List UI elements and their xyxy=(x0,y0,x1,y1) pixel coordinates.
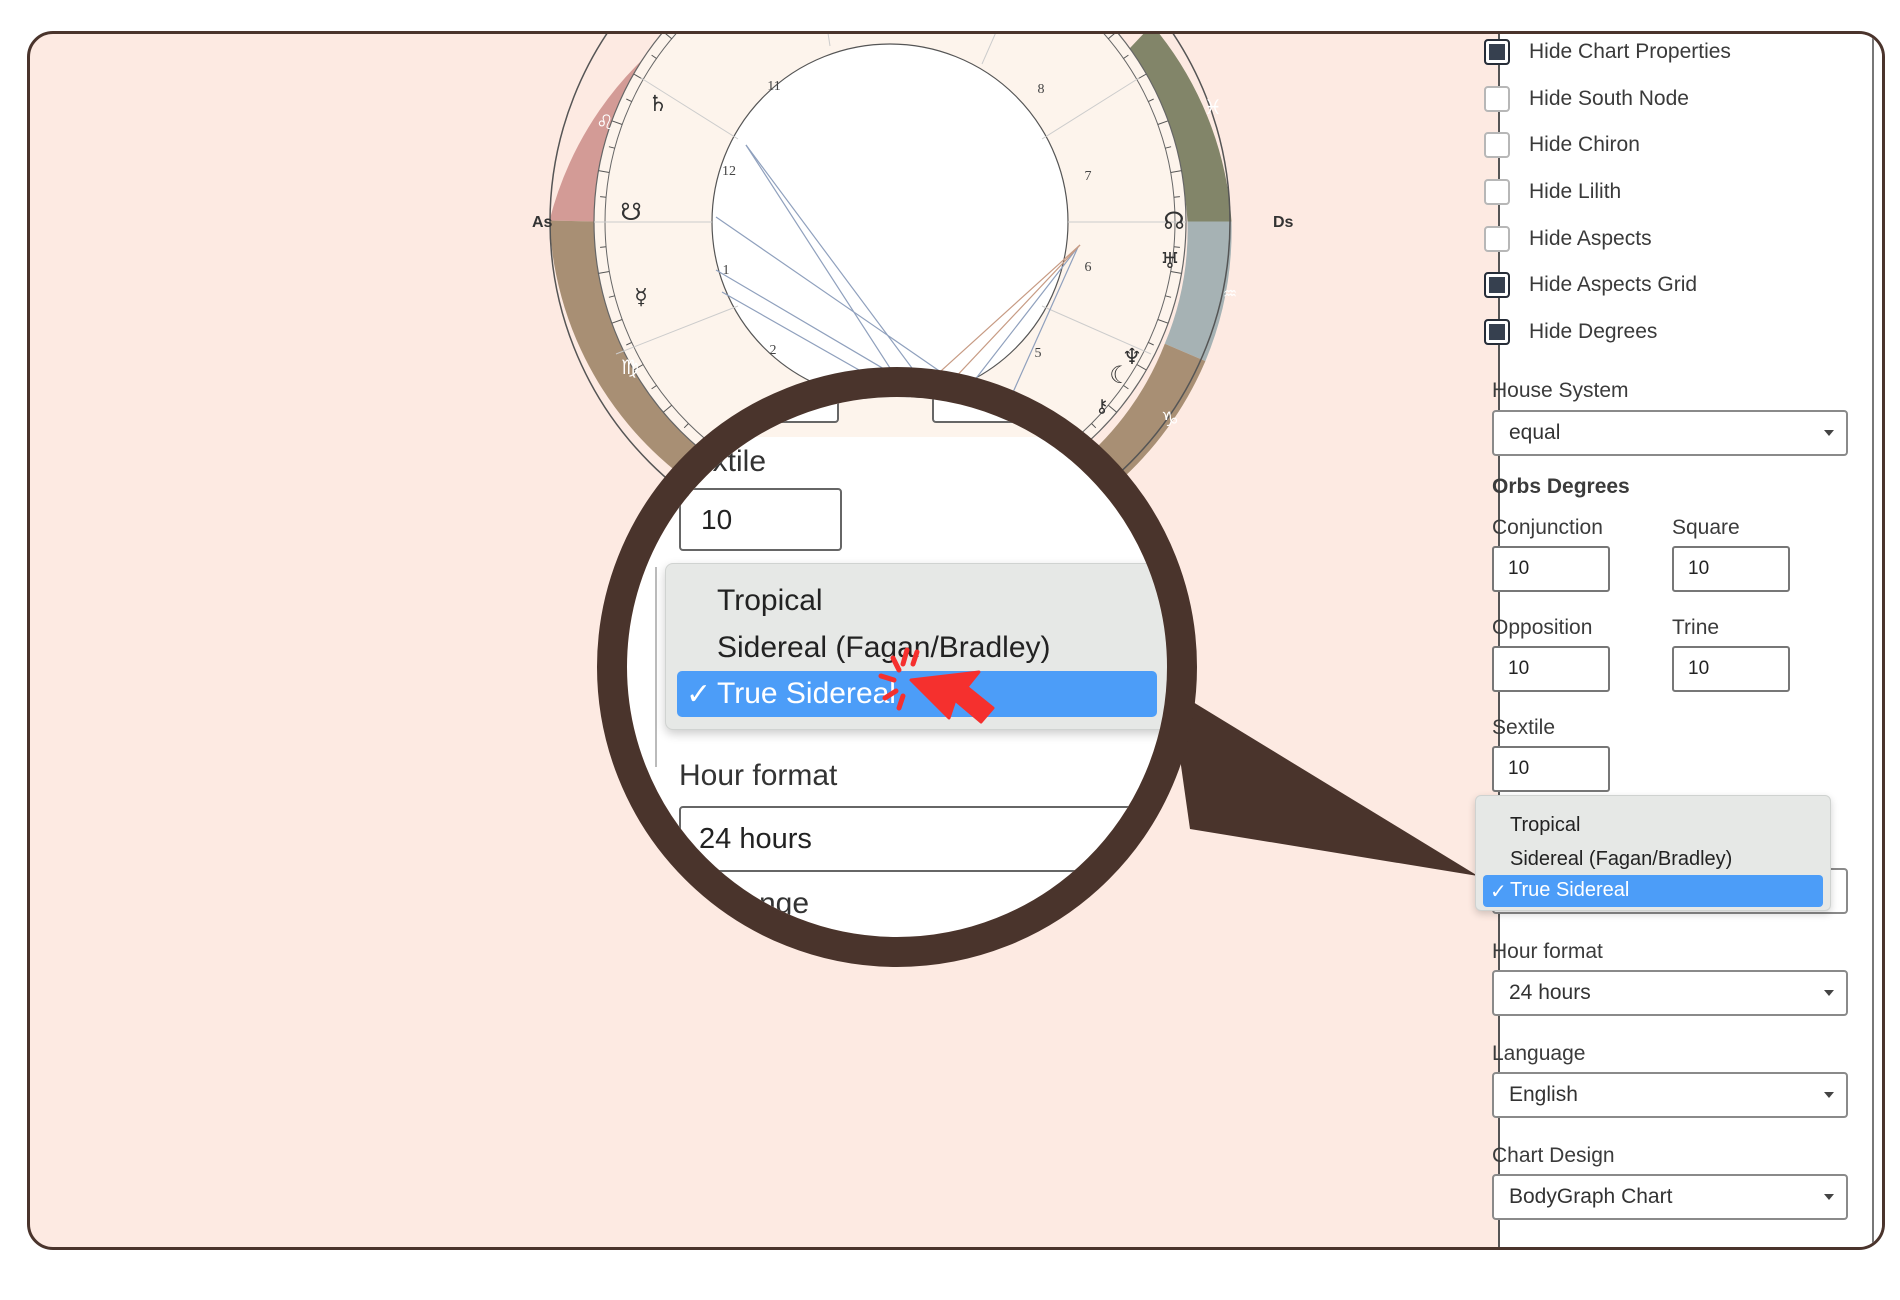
house-number-11: 11 xyxy=(767,79,780,94)
checkbox-hide-degrees[interactable]: Hide Degrees xyxy=(1484,316,1657,348)
magnifier-content: extile 10 Tropical Sidereal (Fagan/Bradl… xyxy=(627,397,1167,937)
house-number-12: 12 xyxy=(722,164,736,179)
language-select[interactable]: English xyxy=(1492,1072,1848,1118)
checkbox-hide-chiron[interactable]: Hide Chiron xyxy=(1484,129,1640,161)
degree-tick xyxy=(600,246,607,248)
click-cursor-icon xyxy=(878,647,995,724)
house-system-value: equal xyxy=(1509,421,1561,444)
checkbox-label: Hide Chart Properties xyxy=(1529,40,1731,63)
magnified-field-right xyxy=(932,397,1046,423)
checkbox-hide-aspects[interactable]: Hide Aspects xyxy=(1484,223,1652,255)
checkbox-box[interactable] xyxy=(1484,179,1510,205)
checkbox-box[interactable] xyxy=(1484,272,1510,298)
panel-scroll-edge xyxy=(1872,34,1874,1247)
chevron-down-icon xyxy=(1824,1194,1834,1200)
dropdown-selected-label: True Sidereal xyxy=(1510,879,1630,901)
checkmark-icon: ✓ xyxy=(1490,881,1507,903)
sextile-input[interactable]: 10 xyxy=(1492,746,1610,792)
house-number-1: 1 xyxy=(723,263,730,278)
checkbox-label: Hide Aspects Grid xyxy=(1529,273,1698,296)
checkbox-label: Hide Lilith xyxy=(1529,180,1622,203)
degree-tick xyxy=(600,196,607,198)
house-number-5: 5 xyxy=(1035,346,1042,361)
zodiac-dropdown-menu[interactable]: Tropical Sidereal (Fagan/Bradley) ✓ True… xyxy=(1475,795,1831,911)
degree-tick xyxy=(1173,196,1180,198)
uranus-icon: ♅ xyxy=(1160,249,1180,274)
square-input[interactable]: 10 xyxy=(1672,546,1790,592)
chevron-down-icon xyxy=(1824,1092,1834,1098)
leo-sign-icon: ♌ xyxy=(596,110,614,134)
moon-icon: ☾ xyxy=(1109,361,1131,389)
ascendant-label: As xyxy=(532,214,553,231)
degree-tick xyxy=(1173,246,1180,248)
mercury-icon: ☿ xyxy=(634,285,648,310)
magnified-hour-format-select: 24 hours xyxy=(679,806,1167,872)
magnified-field-left xyxy=(725,397,839,423)
conjunction-input[interactable]: 10 xyxy=(1492,546,1610,592)
house-number-8: 8 xyxy=(1038,82,1045,97)
checkbox-hide-lilith[interactable]: Hide Lilith xyxy=(1484,176,1621,208)
magnified-selected-label: True Sidereal xyxy=(717,677,896,710)
checkbox-label: Hide South Node xyxy=(1529,87,1689,110)
magnified-sextile-label: extile xyxy=(696,445,767,478)
checkbox-hide-aspects-grid[interactable]: Hide Aspects Grid xyxy=(1484,269,1697,301)
language-label: Language xyxy=(1492,1042,1586,1065)
magnified-chart-strip xyxy=(627,397,1167,437)
checkbox-box[interactable] xyxy=(1484,132,1510,158)
south-node-icon: ☋ xyxy=(620,198,641,226)
checkbox-label: Hide Aspects xyxy=(1529,227,1652,250)
conjunction-label: Conjunction xyxy=(1492,516,1603,539)
trine-input[interactable]: 10 xyxy=(1672,646,1790,692)
chevron-down-icon xyxy=(1824,990,1834,996)
checkbox-label: Hide Degrees xyxy=(1529,320,1658,343)
virgo-sign-icon: ♍ xyxy=(621,355,639,379)
dropdown-option-true-sidereal[interactable]: ✓ True Sidereal xyxy=(1483,875,1823,907)
hour-format-label: Hour format xyxy=(1492,940,1603,963)
magnified-hour-format-label: Hour format xyxy=(679,759,838,792)
hour-format-select[interactable]: 24 hours xyxy=(1492,970,1848,1016)
magnified-sextile-input: 10 xyxy=(679,488,842,551)
orbs-title: Orbs Degrees xyxy=(1492,475,1630,498)
checkbox-box[interactable] xyxy=(1484,226,1510,252)
checkbox-box[interactable] xyxy=(1484,39,1510,65)
saturn-icon: ♄ xyxy=(648,92,668,117)
callout-pointer xyxy=(1170,688,1478,876)
checkbox-label: Hide Chiron xyxy=(1529,133,1640,156)
checkbox-hide-chart-properties[interactable]: Hide Chart Properties xyxy=(1484,36,1731,68)
opposition-input[interactable]: 10 xyxy=(1492,646,1610,692)
checkmark-icon: ✓ xyxy=(686,678,712,711)
square-label: Square xyxy=(1672,516,1740,539)
checkbox-box[interactable] xyxy=(1484,86,1510,112)
house-number-6: 6 xyxy=(1085,260,1092,275)
chart-design-value: BodyGraph Chart xyxy=(1509,1185,1673,1208)
pisces-sign-icon: ♓ xyxy=(1204,95,1222,119)
magnified-panel-edge xyxy=(655,567,657,767)
descendant-label: Ds xyxy=(1273,214,1294,231)
chart-design-label: Chart Design xyxy=(1492,1144,1615,1167)
magnified-option-tropical: Tropical xyxy=(717,584,823,617)
magnified-language-label: nge xyxy=(759,887,810,920)
aquarius-sign-icon: ♒ xyxy=(1223,284,1237,303)
house-number-7: 7 xyxy=(1085,169,1092,184)
wheel-center xyxy=(711,43,1069,401)
dropdown-option-tropical[interactable]: Tropical xyxy=(1510,814,1580,837)
checkbox-hide-south-node[interactable]: Hide South Node xyxy=(1484,83,1689,115)
trine-label: Trine xyxy=(1672,616,1720,639)
opposition-label: Opposition xyxy=(1492,616,1593,639)
house-number-2: 2 xyxy=(770,343,777,358)
magnifier-lens: extile 10 Tropical Sidereal (Fagan/Bradl… xyxy=(627,397,1167,937)
checkbox-box[interactable] xyxy=(1484,319,1510,345)
chevron-down-icon xyxy=(1824,430,1834,436)
hour-format-value: 24 hours xyxy=(1509,981,1591,1004)
sextile-label: Sextile xyxy=(1492,716,1556,739)
house-system-label: House System xyxy=(1492,379,1629,402)
dropdown-option-sidereal-fagan[interactable]: Sidereal (Fagan/Bradley) xyxy=(1510,848,1732,871)
chart-design-select[interactable]: BodyGraph Chart xyxy=(1492,1174,1848,1220)
house-system-select[interactable]: equal xyxy=(1492,410,1848,456)
language-value: English xyxy=(1509,1083,1578,1106)
north-node-icon: ☊ xyxy=(1163,207,1184,235)
